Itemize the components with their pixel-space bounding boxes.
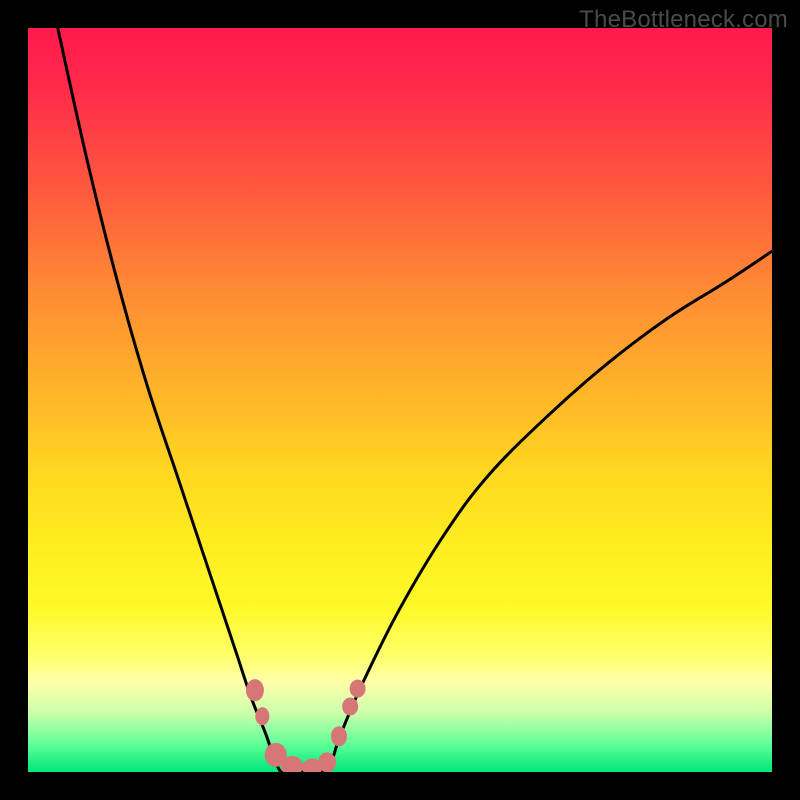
curve-right — [326, 251, 772, 772]
data-marker — [255, 707, 269, 725]
chart-frame: TheBottleneck.com — [0, 0, 800, 800]
curve-left — [58, 28, 289, 772]
plot-area — [28, 28, 772, 772]
chart-svg — [28, 28, 772, 772]
watermark-text: TheBottleneck.com — [579, 6, 788, 34]
data-marker — [246, 679, 264, 701]
data-marker — [318, 752, 336, 772]
data-marker — [350, 680, 366, 698]
data-marker — [342, 698, 358, 716]
data-marker — [331, 726, 347, 746]
